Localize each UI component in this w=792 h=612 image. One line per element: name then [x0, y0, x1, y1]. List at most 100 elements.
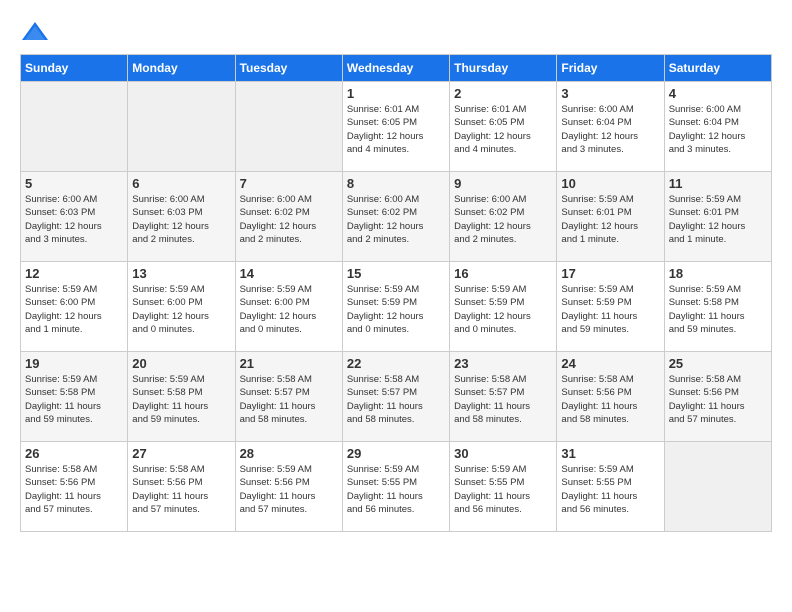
- column-header-tuesday: Tuesday: [235, 55, 342, 82]
- cell-info: Sunrise: 5:59 AM Sunset: 5:58 PM Dayligh…: [25, 373, 123, 426]
- calendar-cell: 30 Sunrise: 5:59 AM Sunset: 5:55 PM Dayli…: [450, 442, 557, 532]
- cell-info: Sunrise: 6:01 AM Sunset: 6:05 PM Dayligh…: [454, 103, 552, 156]
- day-number: 1: [347, 86, 445, 101]
- cell-info: Sunrise: 5:59 AM Sunset: 5:55 PM Dayligh…: [347, 463, 445, 516]
- column-header-wednesday: Wednesday: [342, 55, 449, 82]
- calendar-cell: 8 Sunrise: 6:00 AM Sunset: 6:02 PM Daylig…: [342, 172, 449, 262]
- cell-info: Sunrise: 5:59 AM Sunset: 5:55 PM Dayligh…: [454, 463, 552, 516]
- day-number: 29: [347, 446, 445, 461]
- cell-info: Sunrise: 5:59 AM Sunset: 6:01 PM Dayligh…: [561, 193, 659, 246]
- calendar-week-2: 12Sunrise: 5:59 AM Sunset: 6:00 PM Dayli…: [21, 262, 772, 352]
- calendar-cell: 25 Sunrise: 5:58 AM Sunset: 5:56 PM Dayli…: [664, 352, 771, 442]
- column-header-monday: Monday: [128, 55, 235, 82]
- calendar-table: SundayMondayTuesdayWednesdayThursdayFrid…: [20, 54, 772, 532]
- calendar-week-1: 5 Sunrise: 6:00 AM Sunset: 6:03 PM Daylig…: [21, 172, 772, 262]
- day-number: 13: [132, 266, 230, 281]
- calendar-cell: 22 Sunrise: 5:58 AM Sunset: 5:57 PM Dayli…: [342, 352, 449, 442]
- cell-info: Sunrise: 6:00 AM Sunset: 6:04 PM Dayligh…: [561, 103, 659, 156]
- calendar-cell: 1 Sunrise: 6:01 AM Sunset: 6:05 PM Daylig…: [342, 82, 449, 172]
- calendar-cell: [235, 82, 342, 172]
- calendar-cell: 12Sunrise: 5:59 AM Sunset: 6:00 PM Dayli…: [21, 262, 128, 352]
- cell-info: Sunrise: 5:59 AM Sunset: 6:00 PM Dayligh…: [132, 283, 230, 336]
- calendar-cell: 11Sunrise: 5:59 AM Sunset: 6:01 PM Dayli…: [664, 172, 771, 262]
- day-number: 9: [454, 176, 552, 191]
- cell-info: Sunrise: 5:58 AM Sunset: 5:56 PM Dayligh…: [25, 463, 123, 516]
- calendar-week-0: 1 Sunrise: 6:01 AM Sunset: 6:05 PM Daylig…: [21, 82, 772, 172]
- day-number: 25: [669, 356, 767, 371]
- logo: [20, 20, 54, 44]
- cell-info: Sunrise: 5:58 AM Sunset: 5:57 PM Dayligh…: [454, 373, 552, 426]
- day-number: 30: [454, 446, 552, 461]
- day-number: 18: [669, 266, 767, 281]
- calendar-cell: [664, 442, 771, 532]
- column-header-thursday: Thursday: [450, 55, 557, 82]
- cell-info: Sunrise: 5:59 AM Sunset: 5:58 PM Dayligh…: [669, 283, 767, 336]
- cell-info: Sunrise: 5:59 AM Sunset: 5:59 PM Dayligh…: [347, 283, 445, 336]
- day-number: 22: [347, 356, 445, 371]
- cell-info: Sunrise: 5:59 AM Sunset: 5:59 PM Dayligh…: [454, 283, 552, 336]
- cell-info: Sunrise: 5:59 AM Sunset: 6:00 PM Dayligh…: [25, 283, 123, 336]
- day-number: 10: [561, 176, 659, 191]
- calendar-cell: 5 Sunrise: 6:00 AM Sunset: 6:03 PM Daylig…: [21, 172, 128, 262]
- cell-info: Sunrise: 6:00 AM Sunset: 6:02 PM Dayligh…: [240, 193, 338, 246]
- cell-info: Sunrise: 6:00 AM Sunset: 6:02 PM Dayligh…: [347, 193, 445, 246]
- logo-icon: [20, 20, 50, 44]
- calendar-cell: 17 Sunrise: 5:59 AM Sunset: 5:59 PM Dayli…: [557, 262, 664, 352]
- calendar-cell: 15 Sunrise: 5:59 AM Sunset: 5:59 PM Dayli…: [342, 262, 449, 352]
- day-number: 8: [347, 176, 445, 191]
- cell-info: Sunrise: 6:01 AM Sunset: 6:05 PM Dayligh…: [347, 103, 445, 156]
- calendar-cell: [128, 82, 235, 172]
- cell-info: Sunrise: 5:59 AM Sunset: 5:58 PM Dayligh…: [132, 373, 230, 426]
- calendar-header-row: SundayMondayTuesdayWednesdayThursdayFrid…: [21, 55, 772, 82]
- column-header-sunday: Sunday: [21, 55, 128, 82]
- cell-info: Sunrise: 5:59 AM Sunset: 6:01 PM Dayligh…: [669, 193, 767, 246]
- day-number: 24: [561, 356, 659, 371]
- cell-info: Sunrise: 5:58 AM Sunset: 5:57 PM Dayligh…: [347, 373, 445, 426]
- calendar-cell: 31 Sunrise: 5:59 AM Sunset: 5:55 PM Dayli…: [557, 442, 664, 532]
- day-number: 17: [561, 266, 659, 281]
- day-number: 2: [454, 86, 552, 101]
- calendar-cell: 19Sunrise: 5:59 AM Sunset: 5:58 PM Dayli…: [21, 352, 128, 442]
- calendar-cell: 9Sunrise: 6:00 AM Sunset: 6:02 PM Daylig…: [450, 172, 557, 262]
- day-number: 28: [240, 446, 338, 461]
- calendar-cell: 16Sunrise: 5:59 AM Sunset: 5:59 PM Dayli…: [450, 262, 557, 352]
- calendar-cell: 21 Sunrise: 5:58 AM Sunset: 5:57 PM Dayli…: [235, 352, 342, 442]
- calendar-cell: 4 Sunrise: 6:00 AM Sunset: 6:04 PM Daylig…: [664, 82, 771, 172]
- cell-info: Sunrise: 6:00 AM Sunset: 6:03 PM Dayligh…: [132, 193, 230, 246]
- cell-info: Sunrise: 5:58 AM Sunset: 5:57 PM Dayligh…: [240, 373, 338, 426]
- day-number: 20: [132, 356, 230, 371]
- cell-info: Sunrise: 5:58 AM Sunset: 5:56 PM Dayligh…: [561, 373, 659, 426]
- day-number: 4: [669, 86, 767, 101]
- cell-info: Sunrise: 5:58 AM Sunset: 5:56 PM Dayligh…: [132, 463, 230, 516]
- cell-info: Sunrise: 5:59 AM Sunset: 6:00 PM Dayligh…: [240, 283, 338, 336]
- cell-info: Sunrise: 5:58 AM Sunset: 5:56 PM Dayligh…: [669, 373, 767, 426]
- calendar-cell: 13 Sunrise: 5:59 AM Sunset: 6:00 PM Dayli…: [128, 262, 235, 352]
- cell-info: Sunrise: 5:59 AM Sunset: 5:59 PM Dayligh…: [561, 283, 659, 336]
- calendar-cell: [21, 82, 128, 172]
- day-number: 15: [347, 266, 445, 281]
- day-number: 21: [240, 356, 338, 371]
- calendar-cell: 6 Sunrise: 6:00 AM Sunset: 6:03 PM Daylig…: [128, 172, 235, 262]
- page-header: [20, 20, 772, 44]
- cell-info: Sunrise: 6:00 AM Sunset: 6:03 PM Dayligh…: [25, 193, 123, 246]
- calendar-cell: 10 Sunrise: 5:59 AM Sunset: 6:01 PM Dayli…: [557, 172, 664, 262]
- cell-info: Sunrise: 5:59 AM Sunset: 5:55 PM Dayligh…: [561, 463, 659, 516]
- calendar-cell: 28 Sunrise: 5:59 AM Sunset: 5:56 PM Dayli…: [235, 442, 342, 532]
- day-number: 14: [240, 266, 338, 281]
- calendar-cell: 7Sunrise: 6:00 AM Sunset: 6:02 PM Daylig…: [235, 172, 342, 262]
- day-number: 6: [132, 176, 230, 191]
- cell-info: Sunrise: 6:00 AM Sunset: 6:04 PM Dayligh…: [669, 103, 767, 156]
- day-number: 5: [25, 176, 123, 191]
- calendar-cell: 20 Sunrise: 5:59 AM Sunset: 5:58 PM Dayli…: [128, 352, 235, 442]
- day-number: 27: [132, 446, 230, 461]
- calendar-cell: 14 Sunrise: 5:59 AM Sunset: 6:00 PM Dayli…: [235, 262, 342, 352]
- calendar-cell: 29 Sunrise: 5:59 AM Sunset: 5:55 PM Dayli…: [342, 442, 449, 532]
- calendar-cell: 2 Sunrise: 6:01 AM Sunset: 6:05 PM Daylig…: [450, 82, 557, 172]
- calendar-cell: 27 Sunrise: 5:58 AM Sunset: 5:56 PM Dayli…: [128, 442, 235, 532]
- calendar-cell: 23Sunrise: 5:58 AM Sunset: 5:57 PM Dayli…: [450, 352, 557, 442]
- calendar-week-4: 26Sunrise: 5:58 AM Sunset: 5:56 PM Dayli…: [21, 442, 772, 532]
- day-number: 31: [561, 446, 659, 461]
- day-number: 3: [561, 86, 659, 101]
- calendar-cell: 18 Sunrise: 5:59 AM Sunset: 5:58 PM Dayli…: [664, 262, 771, 352]
- cell-info: Sunrise: 5:59 AM Sunset: 5:56 PM Dayligh…: [240, 463, 338, 516]
